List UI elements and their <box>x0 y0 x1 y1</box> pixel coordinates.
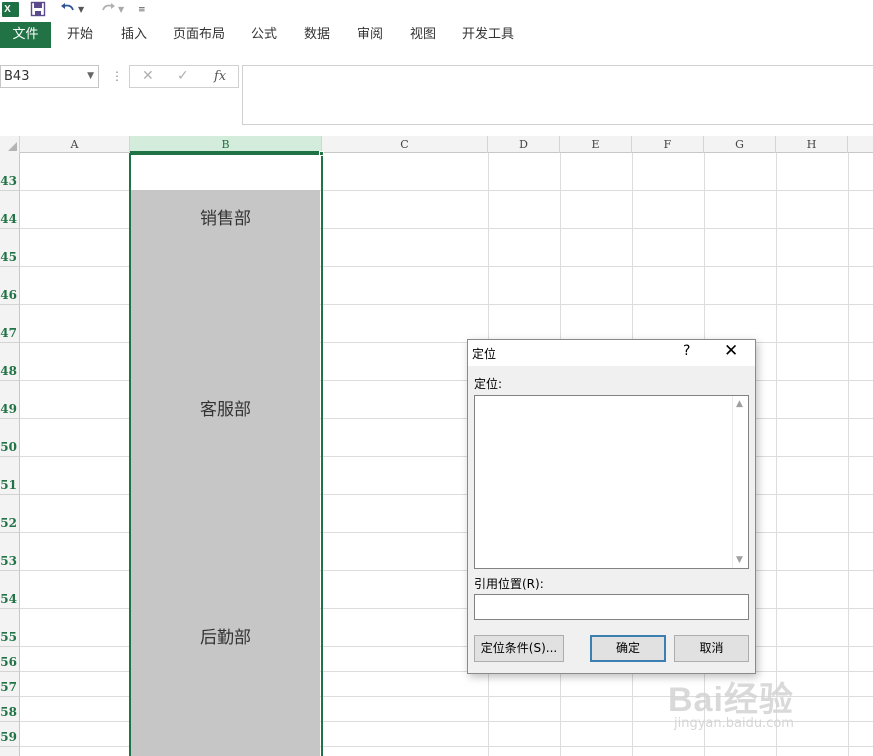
insert-function-icon[interactable]: fx <box>214 66 226 87</box>
column-header-h[interactable]: H <box>776 136 848 153</box>
formula-input[interactable] <box>242 65 873 125</box>
row-header-46[interactable]: 46 <box>0 267 20 305</box>
save-icon[interactable] <box>30 1 46 19</box>
tab-formulas[interactable]: 公式 <box>251 22 277 48</box>
column-header-a[interactable]: A <box>20 136 130 153</box>
goto-special-button[interactable]: 定位条件(S)... <box>474 635 564 662</box>
column-header-b[interactable]: B <box>130 136 322 153</box>
scroll-down-icon[interactable]: ▼ <box>736 555 743 565</box>
row-header-57[interactable]: 57 <box>0 672 20 697</box>
row-header-51[interactable]: 51 <box>0 457 20 495</box>
fill-handle[interactable] <box>319 151 324 156</box>
row-header-48[interactable]: 48 <box>0 343 20 381</box>
gridline <box>848 153 849 756</box>
row-header-47[interactable]: 47 <box>0 305 20 343</box>
tab-insert[interactable]: 插入 <box>121 22 147 48</box>
scroll-up-icon[interactable]: ▲ <box>736 399 743 409</box>
row-header-49[interactable]: 49 <box>0 381 20 419</box>
help-icon[interactable]: ? <box>683 343 690 359</box>
tab-view[interactable]: 视图 <box>410 22 436 48</box>
tab-developer[interactable]: 开发工具 <box>462 22 514 48</box>
row-header-56[interactable]: 56 <box>0 647 20 672</box>
row-header-59[interactable]: 59 <box>0 722 20 747</box>
tab-file[interactable]: 文件 <box>0 22 51 48</box>
column-header-c[interactable]: C <box>322 136 488 153</box>
row-header-52[interactable]: 52 <box>0 495 20 533</box>
tab-review[interactable]: 审阅 <box>357 22 383 48</box>
reference-label: 引用位置(R): <box>474 577 544 591</box>
excel-logo-icon: X <box>2 2 19 17</box>
column-header-i[interactable] <box>848 136 873 153</box>
dialog-titlebar[interactable]: 定位 ? ✕ <box>468 340 755 366</box>
baidu-jingyan-watermark: Bai经验 jingyan.baidu.com <box>668 672 868 742</box>
selection-border <box>129 153 323 756</box>
select-all-corner[interactable] <box>0 136 20 153</box>
gridline <box>776 153 777 756</box>
tab-data[interactable]: 数据 <box>304 22 330 48</box>
column-header-f[interactable]: F <box>632 136 704 153</box>
formula-buttons: ✕ ✓ fx <box>129 65 239 88</box>
ok-button[interactable]: 确定 <box>590 635 666 662</box>
cancel-icon[interactable]: ✕ <box>142 66 154 87</box>
tab-home[interactable]: 开始 <box>67 22 93 48</box>
listbox-scrollbar[interactable]: ▲ ▼ <box>732 396 748 568</box>
column-header-e[interactable]: E <box>560 136 632 153</box>
watermark-logo: Bai经验 <box>668 681 794 719</box>
row-header-55[interactable]: 55 <box>0 609 20 647</box>
goto-label: 定位: <box>474 377 503 391</box>
check-icon[interactable]: ✓ <box>177 66 189 87</box>
row-header-43[interactable]: 43 <box>0 153 20 191</box>
column-header-g[interactable]: G <box>704 136 776 153</box>
ribbon-tabs: 文件 开始 插入 页面布局 公式 数据 审阅 视图 开发工具 <box>0 21 873 48</box>
reference-input[interactable] <box>474 594 749 620</box>
watermark-url: jingyan.baidu.com <box>674 716 794 731</box>
customize-qat-icon[interactable]: ≡ <box>138 1 146 19</box>
goto-dialog: 定位 ? ✕ 定位: ▲ ▼ 引用位置(R): 定位条件(S)... 确定 取消 <box>467 339 756 674</box>
row-header-53[interactable]: 53 <box>0 533 20 571</box>
cancel-button[interactable]: 取消 <box>674 635 749 662</box>
row-header-60[interactable] <box>0 747 20 756</box>
quick-access-toolbar: X ▼ ▼ ≡ <box>0 0 873 20</box>
tab-page-layout[interactable]: 页面布局 <box>173 22 225 48</box>
row-header-50[interactable]: 50 <box>0 419 20 457</box>
row-header-44[interactable]: 44 <box>0 191 20 229</box>
redo-dropdown-icon[interactable]: ▼ <box>118 1 124 19</box>
redo-icon[interactable] <box>100 1 116 19</box>
undo-icon[interactable] <box>60 1 76 19</box>
row-header-45[interactable]: 45 <box>0 229 20 267</box>
goto-listbox[interactable]: ▲ ▼ <box>474 395 749 569</box>
row-header-54[interactable]: 54 <box>0 571 20 609</box>
undo-dropdown-icon[interactable]: ▼ <box>78 1 84 19</box>
name-box-value: B43 <box>4 69 30 84</box>
dialog-title: 定位 <box>472 347 497 361</box>
formula-bar: B43 ▼ ⋮ ✕ ✓ fx <box>0 48 873 136</box>
column-header-d[interactable]: D <box>488 136 560 153</box>
row-header-58[interactable]: 58 <box>0 697 20 722</box>
column-headers: A B C D E F G H <box>0 136 873 153</box>
resize-handle-icon[interactable]: ⋮ <box>111 67 123 85</box>
name-box[interactable]: B43 ▼ <box>0 65 99 88</box>
chevron-down-icon[interactable]: ▼ <box>87 66 94 87</box>
close-icon[interactable]: ✕ <box>724 341 738 361</box>
